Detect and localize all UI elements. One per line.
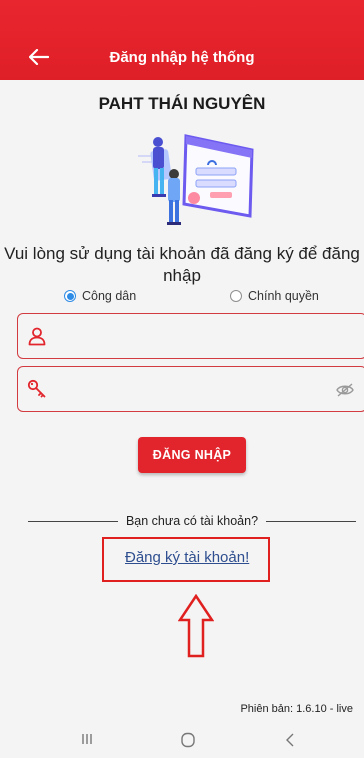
recent-apps-button[interactable] [80,732,94,746]
divider-line-left [28,520,118,522]
radio-citizen-indicator[interactable] [64,290,76,302]
login-button[interactable]: ĐĂNG NHẬP [138,437,246,473]
username-input[interactable] [56,314,336,358]
password-input[interactable] [56,367,336,411]
home-button[interactable] [180,732,196,748]
radio-government-indicator[interactable] [230,290,242,302]
radio-government[interactable]: Chính quyền [230,289,319,303]
recent-apps-icon [82,734,92,744]
system-back-button[interactable] [284,732,296,748]
appbar-title: Đăng nhập hệ thống [109,49,255,66]
login-instruction: Vui lòng sử dụng tài khoản đã đăng ký để… [4,244,360,285]
app-title: PAHT THÁI NGUYÊN [98,94,266,113]
app-bar: Đăng nhập hệ thống [0,0,364,80]
back-icon [286,733,294,747]
divider-line-right [266,520,357,522]
register-link[interactable]: Đăng ký tài khoản! [125,549,249,566]
no-account-divider: Bạn chưa có tài khoản? [28,514,357,528]
no-account-text: Bạn chưa có tài khoản? [125,514,259,528]
app-version: Phiên bản: 1.6.10 - live [240,703,353,715]
radio-citizen[interactable]: Công dân [64,289,136,303]
arrow-up-icon [178,594,214,658]
username-field[interactable] [17,313,364,359]
password-field[interactable] [17,366,364,412]
login-illustration [138,134,254,225]
home-icon [181,732,195,748]
system-nav-bar [0,724,364,758]
key-icon [27,379,46,398]
radio-government-label: Chính quyền [248,289,319,303]
radio-citizen-label: Công dân [82,289,137,303]
register-highlight-box: Đăng ký tài khoản! [102,537,270,582]
eye-off-icon[interactable] [336,382,354,398]
user-icon [28,327,46,346]
